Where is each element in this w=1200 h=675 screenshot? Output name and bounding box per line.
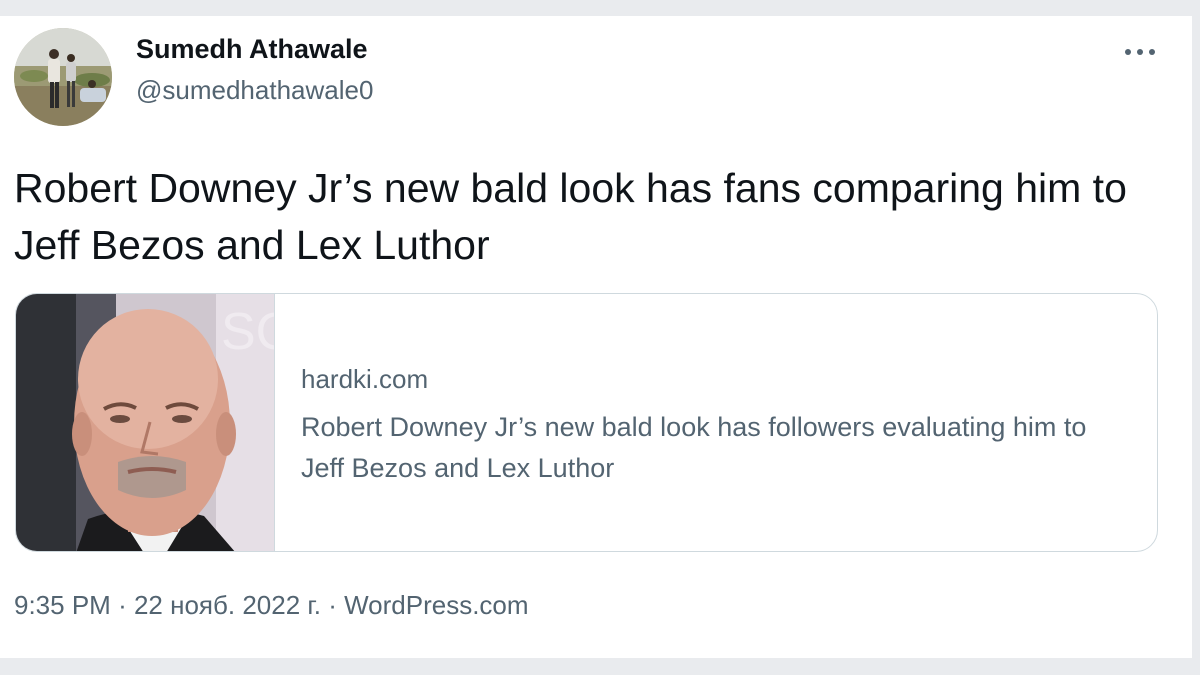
more-options-button[interactable] [1115,36,1165,68]
tweet-container: Sumedh Athawale @sumedhathawale0 Robert … [0,16,1192,658]
card-image: SC [16,294,293,551]
portrait-photo-icon: SC [16,294,293,551]
link-card[interactable]: SC hardki.com Robert Downey Jr’s new bal… [15,293,1158,552]
avatar[interactable] [14,28,112,126]
svg-text:SC: SC [221,303,274,361]
tweet-date[interactable]: 22 нояб. 2022 г. [134,590,321,620]
meta-separator-2: · [328,590,337,620]
card-title: Robert Downey Jr’s new bald look has fol… [301,412,1087,483]
tweet-source[interactable]: WordPress.com [344,590,528,620]
tweet-time[interactable]: 9:35 PM [14,590,111,620]
meta-separator: · [118,590,127,620]
author-handle[interactable]: @sumedhathawale0 [136,75,373,106]
author-display-name[interactable]: Sumedh Athawale [136,34,368,65]
card-domain: hardki.com [301,364,429,394]
tweet-metadata: 9:35 PM · 22 нояб. 2022 г. · WordPress.c… [14,590,529,621]
more-horizontal-icon [1125,49,1155,55]
tweet-text: Robert Downey Jr’s new bald look has fan… [14,165,1127,268]
avatar-photo [14,28,112,126]
